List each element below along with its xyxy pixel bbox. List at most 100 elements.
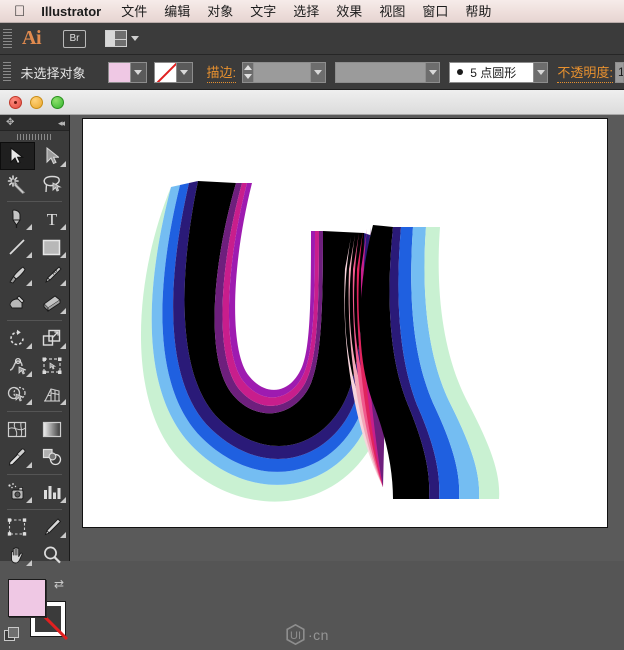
tool-flyout-indicator[interactable]: [60, 308, 66, 314]
column-graph-tool[interactable]: [35, 478, 70, 506]
appbar-drag-handle[interactable]: [3, 28, 12, 49]
tool-flyout-indicator[interactable]: [25, 280, 32, 286]
tool-flyout-indicator[interactable]: [60, 161, 66, 167]
tool-flyout-indicator[interactable]: [25, 371, 32, 377]
rotate-tool[interactable]: [0, 324, 35, 352]
menu-item-app-name[interactable]: Illustrator: [41, 0, 101, 23]
eraser-tool[interactable]: [35, 289, 70, 317]
menu-item-file[interactable]: 文件: [121, 0, 147, 23]
menu-item-window[interactable]: 窗口: [422, 0, 448, 23]
stroke-color-control[interactable]: [153, 61, 193, 83]
minimize-button[interactable]: [30, 96, 43, 109]
round-brush-icon: [457, 69, 464, 75]
perspective-grid-tool[interactable]: [35, 380, 70, 408]
pen-tool[interactable]: [0, 205, 35, 233]
slice-tool[interactable]: [35, 513, 70, 541]
artboard-tool[interactable]: [0, 513, 35, 541]
fill-color-swatch[interactable]: [8, 579, 46, 617]
arrange-documents-icon: [105, 30, 127, 47]
stroke-weight-label[interactable]: 描边:: [206, 62, 237, 83]
hand-tool[interactable]: [0, 541, 35, 569]
menu-item-edit[interactable]: 编辑: [164, 0, 190, 23]
selection-tool[interactable]: [0, 142, 35, 170]
window-title-bar[interactable]: [0, 90, 624, 115]
pencil-tool[interactable]: [35, 261, 70, 289]
blob-brush-tool[interactable]: [0, 289, 35, 317]
menu-item-effect[interactable]: 效果: [336, 0, 362, 23]
tool-flyout-indicator[interactable]: [60, 399, 66, 405]
stepper-down-icon[interactable]: [244, 74, 253, 80]
stroke-weight-dropdown-button[interactable]: [311, 61, 326, 83]
arrange-documents-button[interactable]: [105, 30, 139, 47]
stroke-style-input[interactable]: [334, 61, 426, 83]
menu-item-object[interactable]: 对象: [207, 0, 233, 23]
apple-logo-icon[interactable]: : [14, 0, 25, 23]
zoom-button[interactable]: [51, 96, 64, 109]
opacity-input[interactable]: 1: [615, 61, 624, 83]
mesh-tool[interactable]: [0, 415, 35, 443]
control-bar: 未选择对象 描边: 5 点圆形 不透明度: 1: [0, 55, 624, 90]
menu-item-select[interactable]: 选择: [293, 0, 319, 23]
fill-swatch[interactable]: [108, 62, 130, 82]
watermark: UI ·cn: [286, 623, 329, 646]
stroke-weight-stepper[interactable]: [242, 61, 254, 83]
eyedropper-tool[interactable]: [0, 443, 35, 471]
tool-flyout-indicator[interactable]: [60, 497, 66, 503]
chevron-down-icon: [131, 36, 139, 41]
tool-flyout-indicator[interactable]: [60, 224, 66, 230]
tool-flyout-indicator[interactable]: [60, 532, 66, 538]
stroke-swatch-none[interactable]: [154, 62, 176, 82]
zoom-tool[interactable]: [35, 541, 70, 569]
tool-flyout-indicator[interactable]: [60, 252, 66, 258]
tool-flyout-indicator[interactable]: [25, 252, 32, 258]
brush-definition-value: 5 点圆形: [470, 65, 517, 80]
artwork-blend-lettering[interactable]: [83, 119, 609, 529]
shape-builder-tool[interactable]: [0, 380, 35, 408]
tool-flyout-indicator[interactable]: [60, 343, 66, 349]
tool-flyout-indicator[interactable]: [25, 343, 32, 349]
gradient-tool[interactable]: [35, 415, 70, 443]
tool-flyout-indicator[interactable]: [60, 280, 66, 286]
type-tool[interactable]: T: [35, 205, 70, 233]
close-button[interactable]: [9, 96, 22, 109]
tool-flyout-indicator[interactable]: [25, 399, 32, 405]
tools-panel: ✥ ◂◂ T ⇄: [0, 115, 70, 641]
brush-definition-field[interactable]: 5 点圆形: [449, 61, 535, 83]
bridge-button[interactable]: Br: [63, 29, 86, 48]
rectangle-tool[interactable]: [35, 233, 70, 261]
stroke-weight-input[interactable]: [253, 61, 312, 83]
tools-panel-header[interactable]: ✥ ◂◂: [0, 115, 69, 131]
default-fill-stroke-icon[interactable]: [4, 627, 19, 641]
brush-definition-dropdown-button[interactable]: [534, 61, 549, 83]
stroke-style-dropdown-button[interactable]: [425, 61, 441, 83]
controlbar-drag-handle[interactable]: [3, 62, 11, 82]
swap-fill-stroke-icon[interactable]: ⇄: [54, 577, 64, 591]
free-transform-tool[interactable]: [35, 352, 70, 380]
tools-panel-grip[interactable]: [0, 131, 69, 142]
width-tool[interactable]: [0, 352, 35, 380]
move-panel-icon[interactable]: ✥: [6, 118, 14, 128]
tool-flyout-indicator[interactable]: [25, 462, 32, 468]
fill-dropdown-button[interactable]: [129, 62, 146, 82]
tools-divider: [7, 201, 62, 202]
symbol-sprayer-tool[interactable]: [0, 478, 35, 506]
fill-color-control[interactable]: [107, 61, 147, 83]
scale-tool[interactable]: [35, 324, 70, 352]
tool-flyout-indicator[interactable]: [25, 224, 32, 230]
artboard-canvas[interactable]: [82, 118, 608, 528]
collapse-panel-icon[interactable]: ◂◂: [58, 118, 65, 128]
fill-stroke-swatches: ⇄: [0, 575, 69, 641]
tool-flyout-indicator[interactable]: [25, 497, 32, 503]
stepper-up-icon[interactable]: [244, 64, 253, 70]
blend-tool[interactable]: [35, 443, 70, 471]
menu-item-type[interactable]: 文字: [250, 0, 276, 23]
stroke-dropdown-button[interactable]: [175, 62, 192, 82]
menu-item-help[interactable]: 帮助: [465, 0, 491, 23]
line-segment-tool[interactable]: [0, 233, 35, 261]
direct-selection-tool[interactable]: [35, 142, 70, 170]
paintbrush-tool[interactable]: [0, 261, 35, 289]
magic-wand-tool[interactable]: [0, 170, 35, 198]
menu-item-view[interactable]: 视图: [379, 0, 405, 23]
lasso-tool[interactable]: [35, 170, 70, 198]
opacity-label[interactable]: 不透明度:: [557, 62, 613, 83]
